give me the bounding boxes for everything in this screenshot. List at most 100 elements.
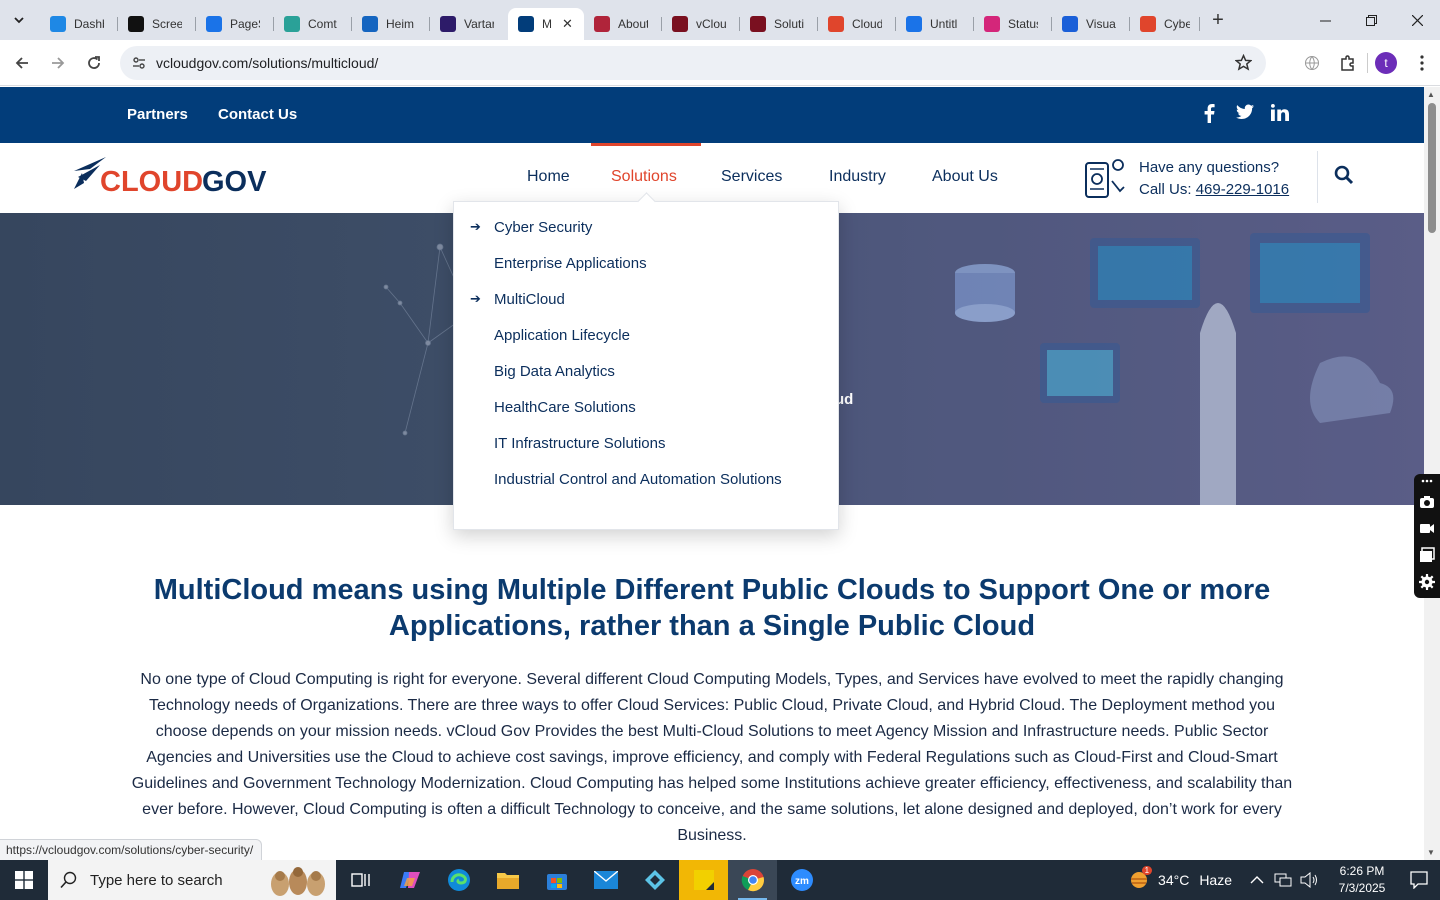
- close-tab-icon[interactable]: ✕: [562, 16, 573, 32]
- volume-icon[interactable]: [1300, 872, 1318, 888]
- dropdown-item[interactable]: ➔ Cyber Security: [454, 209, 838, 245]
- dropdown-item[interactable]: ➔ MultiCloud: [454, 281, 838, 317]
- linkedin-icon[interactable]: [1271, 104, 1289, 126]
- browser-tab[interactable]: Status: [974, 8, 1052, 40]
- store-button[interactable]: [532, 860, 581, 900]
- chevron-down-icon: [14, 17, 24, 24]
- extensions-button[interactable]: [1330, 46, 1366, 80]
- globe-icon: [1305, 56, 1319, 70]
- twitter-icon[interactable]: [1236, 104, 1254, 125]
- more-options-icon[interactable]: [1419, 476, 1435, 486]
- solutions-icon: [750, 16, 766, 32]
- site-info-button[interactable]: [122, 55, 156, 71]
- restore-button[interactable]: [1348, 0, 1394, 40]
- scrollbar-thumb[interactable]: [1428, 103, 1436, 233]
- dropdown-item-label: Enterprise Applications: [494, 254, 647, 272]
- browser-tab[interactable]: Comt: [274, 8, 352, 40]
- browser-tab[interactable]: M ✕: [508, 8, 584, 40]
- copilot-button[interactable]: [385, 860, 434, 900]
- vartar-icon: [440, 16, 456, 32]
- mail-button[interactable]: [581, 860, 630, 900]
- translate-button[interactable]: [1294, 46, 1330, 80]
- facebook-icon[interactable]: [1204, 104, 1215, 128]
- browser-tab[interactable]: Vartar: [430, 8, 508, 40]
- settings-gear-icon[interactable]: [1419, 574, 1435, 590]
- browser-tab[interactable]: Heim: [352, 8, 430, 40]
- contact-question: Have any questions?: [1139, 159, 1280, 176]
- intro-paragraph: No one type of Cloud Computing is right …: [131, 671, 1293, 844]
- browser-tab[interactable]: Cyber: [1130, 8, 1200, 40]
- new-tab-button[interactable]: +: [1204, 6, 1232, 34]
- weather-button[interactable]: 1: [1124, 860, 1154, 900]
- contact-us-link[interactable]: Contact Us: [218, 106, 297, 123]
- browser-tab[interactable]: Scree: [118, 8, 196, 40]
- close-window-button[interactable]: [1394, 0, 1440, 40]
- bookmark-button[interactable]: [1234, 53, 1253, 76]
- dropdown-item[interactable]: HealthCare Solutions: [454, 389, 838, 425]
- browser-tab[interactable]: vClou: [662, 8, 740, 40]
- chevron-up-icon[interactable]: [1250, 875, 1264, 885]
- video-camera-icon[interactable]: [1419, 520, 1435, 536]
- nav-services[interactable]: Services: [721, 168, 782, 186]
- dropdown-item[interactable]: Application Lifecycle: [454, 317, 838, 353]
- task-view-button[interactable]: [336, 860, 385, 900]
- reload-button[interactable]: [76, 45, 112, 81]
- nav-industry[interactable]: Industry: [829, 168, 886, 186]
- clock[interactable]: 6:26 PM 7/3/2025: [1326, 863, 1398, 897]
- meerkat-search-highlight-icon: [271, 867, 325, 896]
- dev-app-button[interactable]: [630, 860, 679, 900]
- dropdown-item[interactable]: IT Infrastructure Solutions: [454, 425, 838, 461]
- phone-support-icon: [1085, 159, 1125, 198]
- back-button[interactable]: [4, 45, 40, 81]
- browser-tab[interactable]: Dashb: [40, 8, 118, 40]
- browser-tab[interactable]: Visua: [1052, 8, 1130, 40]
- folder-icon: [496, 873, 519, 889]
- browser-tab[interactable]: Untitl: [896, 8, 974, 40]
- dropdown-item[interactable]: Industrial Control and Automation Soluti…: [454, 461, 838, 497]
- zoom-button[interactable]: zm: [777, 860, 826, 900]
- file-explorer-button[interactable]: [483, 860, 532, 900]
- dropdown-item[interactable]: Big Data Analytics: [454, 353, 838, 389]
- browser-tab[interactable]: Cloud: [818, 8, 896, 40]
- chrome-button[interactable]: [728, 860, 777, 900]
- site-search-button[interactable]: [1334, 165, 1354, 190]
- camera-icon[interactable]: [1419, 494, 1435, 510]
- dropdown-item[interactable]: Enterprise Applications: [454, 245, 838, 281]
- header-divider: [1317, 151, 1318, 203]
- scroll-down-arrow-icon[interactable]: ▼: [1427, 848, 1435, 857]
- taskbar-search[interactable]: Type here to search: [48, 860, 336, 900]
- chrome-menu-button[interactable]: [1404, 46, 1440, 80]
- search-icon: [60, 871, 77, 889]
- sticky-notes-button[interactable]: [679, 860, 728, 900]
- browser-tab[interactable]: Soluti: [740, 8, 818, 40]
- vcloudgov-icon: [518, 16, 534, 32]
- start-button[interactable]: [0, 860, 48, 900]
- browser-tab[interactable]: About: [584, 8, 662, 40]
- tab-search-button[interactable]: [6, 7, 32, 33]
- back-arrow-icon: [15, 56, 28, 69]
- avatar: t: [1375, 52, 1397, 74]
- forward-button[interactable]: [40, 45, 76, 81]
- notifications-button[interactable]: [1398, 860, 1440, 900]
- weather-badge: 1: [1141, 866, 1153, 875]
- contact-call: Call Us: 469-229-1016: [1139, 181, 1289, 198]
- comet-icon: [284, 16, 300, 32]
- partners-link[interactable]: Partners: [127, 106, 188, 123]
- edge-button[interactable]: [434, 860, 483, 900]
- minimize-button[interactable]: [1302, 0, 1348, 40]
- heimdal-icon: [362, 16, 378, 32]
- web-page: Partners Contact Us CLOUD GOV Home Solut…: [0, 87, 1424, 860]
- browser-tab[interactable]: PageS: [196, 8, 274, 40]
- dropdown-item-label: MultiCloud: [494, 290, 565, 308]
- tab-list: DashbScreePageSComtHeimVartarM✕AboutvClo…: [40, 0, 1200, 40]
- cloudgov-logo[interactable]: CLOUD GOV: [72, 155, 272, 201]
- scroll-up-arrow-icon[interactable]: ▲: [1427, 90, 1435, 99]
- window-capture-icon[interactable]: [1419, 547, 1435, 563]
- address-bar[interactable]: vcloudgov.com/solutions/multicloud/: [120, 46, 1266, 80]
- nav-solutions[interactable]: Solutions: [611, 168, 677, 186]
- profile-button[interactable]: t: [1368, 46, 1404, 80]
- phone-link[interactable]: 469-229-1016: [1196, 181, 1289, 198]
- nav-home[interactable]: Home: [527, 168, 570, 186]
- nav-about-us[interactable]: About Us: [932, 168, 998, 186]
- network-icon[interactable]: [1274, 872, 1292, 888]
